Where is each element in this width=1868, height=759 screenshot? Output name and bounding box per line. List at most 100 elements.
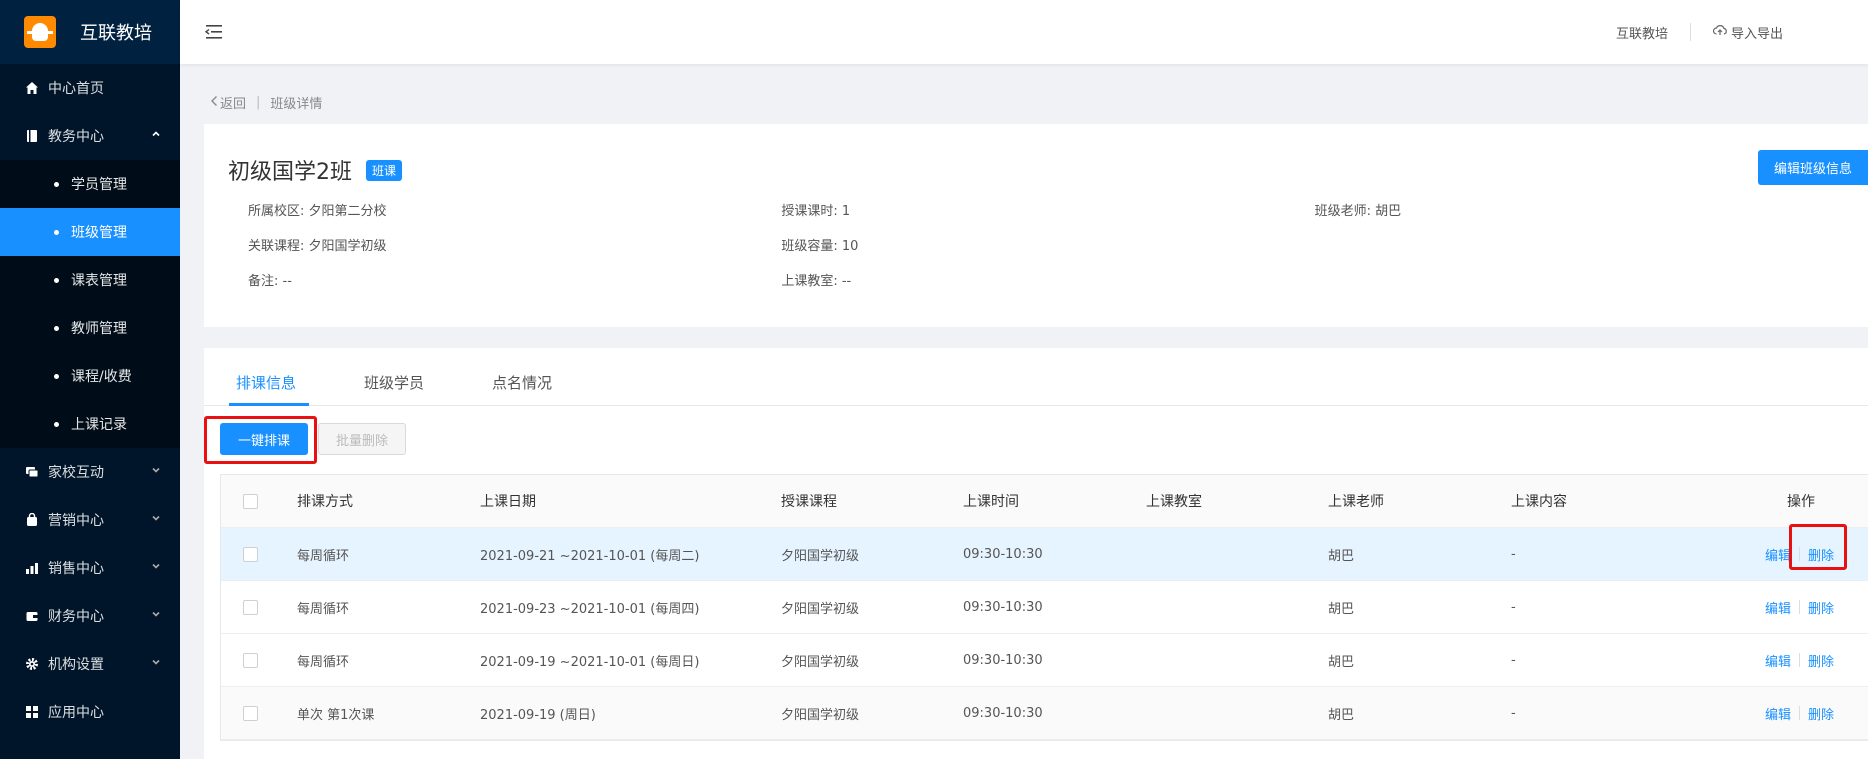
info-row: 所属校区: 夕阳第二分校 授课课时: 1 班级老师: 胡巴 bbox=[248, 200, 1848, 235]
action-divider bbox=[1799, 600, 1801, 614]
edit-link[interactable]: 编辑 bbox=[1765, 704, 1791, 723]
row-checkbox[interactable] bbox=[243, 599, 258, 615]
bullet-icon bbox=[54, 325, 59, 331]
org-switcher[interactable]: 互联教培 bbox=[1616, 23, 1668, 42]
table-row[interactable]: 每周循环 2021-09-21 ~2021-10-01 (每周二) 夕阳国学初级… bbox=[221, 524, 1868, 581]
import-export-button[interactable]: 导入导出 bbox=[1712, 23, 1783, 42]
sidebar-item-label: 上课记录 bbox=[71, 417, 127, 433]
sidebar-item-label: 家校互动 bbox=[48, 465, 104, 481]
table-row[interactable]: 每周循环 2021-09-23 ~2021-10-01 (每周四) 夕阳国学初级… bbox=[221, 581, 1868, 634]
cloud-icon bbox=[1712, 24, 1727, 40]
cell-actions: 编辑 删除 bbox=[1765, 651, 1834, 670]
chevron-up-icon bbox=[150, 128, 162, 140]
sidebar-item-classes[interactable]: 班级管理 bbox=[0, 208, 180, 256]
cell-date: 2021-09-19 (周日) bbox=[480, 707, 596, 723]
sidebar-item-courses-fees[interactable]: 课程/收费 bbox=[0, 352, 180, 400]
row-checkbox[interactable] bbox=[243, 705, 258, 721]
cell-teacher: 胡巴 bbox=[1328, 548, 1355, 564]
cell-content: - bbox=[1511, 599, 1516, 615]
back-link[interactable]: 返回 bbox=[210, 93, 246, 112]
info-classroom: 上课教室: -- bbox=[781, 274, 852, 289]
edit-link[interactable]: 编辑 bbox=[1765, 545, 1791, 564]
cell-teacher: 胡巴 bbox=[1328, 707, 1355, 723]
home-icon bbox=[24, 80, 40, 96]
cell-content: - bbox=[1511, 652, 1516, 668]
breadcrumb-current: 班级详情 bbox=[270, 97, 323, 112]
sidebar-item-label: 营销中心 bbox=[48, 513, 104, 529]
schedule-table: 排课方式 上课日期 授课课程 上课时间 上课教室 上课老师 上课内容 操作 每周… bbox=[220, 474, 1868, 741]
sidebar-menu: 中心首页 教务中心 bbox=[0, 64, 180, 160]
cell-teacher: 胡巴 bbox=[1328, 654, 1355, 670]
sidebar-item-sales[interactable]: 销售中心 bbox=[0, 544, 180, 592]
info-lesson-hours: 授课课时: 1 bbox=[781, 204, 851, 219]
batch-delete-button[interactable]: 批量删除 bbox=[318, 423, 406, 455]
sidebar-item-label: 财务中心 bbox=[48, 609, 104, 625]
menu-fold-icon[interactable] bbox=[204, 22, 224, 42]
header-right: 互联教培 导入导出 bbox=[1616, 0, 1783, 64]
sidebar-item-class-records[interactable]: 上课记录 bbox=[0, 400, 180, 448]
delete-link[interactable]: 删除 bbox=[1808, 651, 1834, 670]
cell-teacher: 胡巴 bbox=[1328, 601, 1355, 617]
cell-date: 2021-09-23 ~2021-10-01 (每周四) bbox=[480, 601, 700, 617]
chevron-down-icon bbox=[150, 512, 162, 524]
info-remark: 备注: -- bbox=[248, 274, 292, 289]
sidebar-item-settings[interactable]: 机构设置 bbox=[0, 640, 180, 688]
sidebar-item-finance[interactable]: 财务中心 bbox=[0, 592, 180, 640]
select-all-checkbox[interactable] bbox=[243, 493, 258, 509]
sidebar-menu-lower: 家校互动 营销中心 销售中心 财务中心 机构设置 应用中心 bbox=[0, 448, 180, 736]
cell-mode: 单次 第1次课 bbox=[297, 707, 375, 723]
column-header: 排课方式 bbox=[297, 494, 353, 510]
cell-time: 09:30-10:30 bbox=[963, 705, 1043, 721]
edit-link[interactable]: 编辑 bbox=[1765, 598, 1791, 617]
sidebar-item-label: 机构设置 bbox=[48, 657, 104, 673]
sidebar-item-label: 教务中心 bbox=[48, 129, 104, 145]
sidebar-item-home[interactable]: 中心首页 bbox=[0, 64, 180, 112]
edit-link[interactable]: 编辑 bbox=[1765, 651, 1791, 670]
sidebar-item-apps[interactable]: 应用中心 bbox=[0, 688, 180, 736]
column-header: 上课内容 bbox=[1511, 494, 1567, 510]
sidebar-item-label: 应用中心 bbox=[48, 705, 104, 721]
class-name: 初级国学2班 bbox=[228, 160, 352, 185]
top-header: 互联教培 导入导出 bbox=[180, 0, 1868, 64]
sidebar: 互联教培 中心首页 教务中心 学员管理 班级管理 课表管理 教师管理 课程/收费… bbox=[0, 0, 180, 759]
column-header: 上课日期 bbox=[480, 494, 536, 510]
tab-class-students[interactable]: 班级学员 bbox=[364, 372, 424, 393]
back-label: 返回 bbox=[220, 97, 247, 112]
sidebar-item-home-school[interactable]: 家校互动 bbox=[0, 448, 180, 496]
tab-schedule-info[interactable]: 排课信息 bbox=[236, 372, 296, 393]
sidebar-item-teachers[interactable]: 教师管理 bbox=[0, 304, 180, 352]
sidebar-item-academic[interactable]: 教务中心 bbox=[0, 112, 180, 160]
schedule-card: 排课信息 班级学员 点名情况 一键排课 批量删除 排课方式 上课日期 授课课程 … bbox=[204, 348, 1868, 759]
edit-class-button[interactable]: 编辑班级信息 bbox=[1757, 150, 1868, 185]
page-title: 初级国学2班 班课 bbox=[228, 154, 403, 186]
bullet-icon bbox=[54, 373, 59, 379]
table-row[interactable]: 单次 第1次课 2021-09-19 (周日) 夕阳国学初级 09:30-10:… bbox=[221, 687, 1868, 740]
tab-roll-call[interactable]: 点名情况 bbox=[492, 372, 552, 393]
breadcrumb-separator: | bbox=[256, 95, 261, 110]
gear-icon bbox=[24, 656, 40, 672]
sidebar-item-marketing[interactable]: 营销中心 bbox=[0, 496, 180, 544]
tab-bar: 排课信息 班级学员 点名情况 bbox=[204, 348, 1868, 406]
sidebar-item-label: 班级管理 bbox=[71, 225, 127, 241]
table-row[interactable]: 每周循环 2021-09-19 ~2021-10-01 (每周日) 夕阳国学初级… bbox=[221, 634, 1868, 687]
row-checkbox[interactable] bbox=[243, 652, 258, 668]
chat-icon bbox=[24, 464, 40, 480]
column-header: 上课时间 bbox=[963, 494, 1019, 510]
info-capacity: 班级容量: 10 bbox=[781, 239, 859, 254]
sidebar-item-timetable[interactable]: 课表管理 bbox=[0, 256, 180, 304]
brand[interactable]: 互联教培 bbox=[0, 0, 180, 64]
cell-mode: 每周循环 bbox=[297, 601, 350, 617]
lightbulb-logo-icon bbox=[24, 16, 56, 48]
delete-link[interactable]: 删除 bbox=[1808, 598, 1834, 617]
tab-active-indicator bbox=[229, 403, 309, 406]
brand-title: 互联教培 bbox=[80, 23, 152, 44]
row-checkbox[interactable] bbox=[243, 546, 258, 562]
class-info-card: 初级国学2班 班课 编辑班级信息 所属校区: 夕阳第二分校 授课课时: 1 班级… bbox=[204, 124, 1868, 327]
cell-actions: 编辑 删除 bbox=[1765, 704, 1834, 723]
bullet-icon bbox=[54, 421, 59, 427]
sidebar-item-label: 学员管理 bbox=[71, 177, 127, 193]
delete-link[interactable]: 删除 bbox=[1808, 704, 1834, 723]
book-icon bbox=[24, 128, 40, 144]
sidebar-item-label: 中心首页 bbox=[48, 81, 104, 97]
sidebar-item-students[interactable]: 学员管理 bbox=[0, 160, 180, 208]
